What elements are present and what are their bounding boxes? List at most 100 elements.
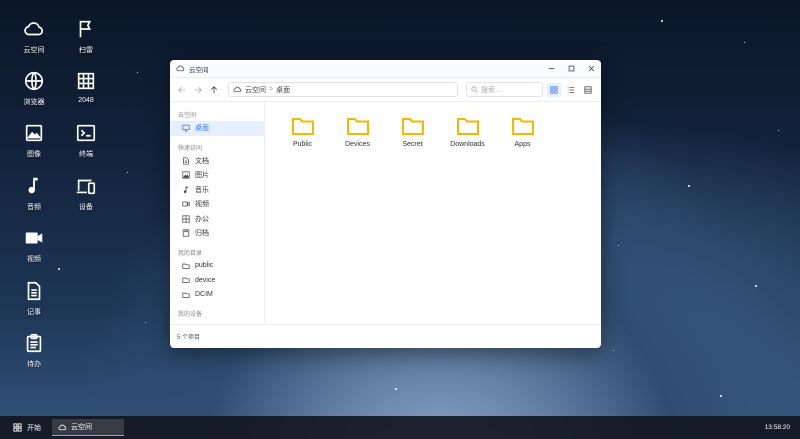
sidebar-item-device[interactable]: device: [170, 273, 264, 288]
sidebar-item-label: device: [195, 276, 216, 284]
video-camera-icon: [25, 232, 43, 244]
breadcrumb-current[interactable]: 桌面: [276, 85, 290, 95]
list-view-icon: [567, 86, 575, 93]
video-icon: [182, 201, 190, 207]
search-icon: [471, 86, 478, 93]
desktop-icon-audio[interactable]: 音频: [8, 175, 60, 212]
terminal-icon: [76, 124, 96, 142]
status-bar: 5 个项目: [170, 324, 601, 348]
taskbar-item-label: 云空间: [71, 424, 92, 431]
sidebar-group-root[interactable]: 云空间: [170, 107, 264, 121]
breadcrumb-root[interactable]: 云空间: [245, 85, 266, 95]
desktop-icon-label: 视频: [27, 256, 41, 263]
detail-view-button[interactable]: [581, 83, 595, 97]
sidebar-item-label: public: [195, 262, 214, 270]
sidebar-item-label: 桌面: [195, 125, 209, 133]
sidebar-item-archive[interactable]: 归档: [170, 226, 264, 241]
sidebar-item-music[interactable]: 音乐: [170, 183, 264, 198]
close-button[interactable]: [581, 60, 601, 77]
desktop-icon-label: 终端: [79, 151, 93, 158]
start-label: 开始: [27, 424, 41, 432]
desktop-icon-image[interactable]: 图像: [8, 122, 60, 159]
search-placeholder: 搜索...: [481, 86, 501, 94]
desktop-icon-minesweeper[interactable]: 扫雷: [60, 18, 112, 55]
sidebar-item-label: 办公: [195, 215, 209, 223]
sidebar: 云空间 桌面 快速访问 文档 图片 音乐 视频 办公 归档 我的目录 publi…: [170, 102, 265, 324]
window-titlebar[interactable]: 云空间: [170, 60, 601, 78]
cloud-icon: [24, 22, 44, 36]
folder-item[interactable]: Devices: [330, 116, 385, 148]
file-grid: Public Devices Secret Downloads Apps: [265, 102, 601, 324]
address-bar[interactable]: 云空间 > 桌面: [228, 82, 458, 97]
music-note-icon: [183, 186, 188, 193]
desktop-icon-browser[interactable]: 浏览器: [8, 70, 60, 107]
start-button[interactable]: 开始: [0, 423, 52, 433]
grid-icon: [77, 72, 95, 90]
globe-icon: [24, 71, 44, 91]
up-button[interactable]: [208, 84, 220, 96]
folder-name: Downloads: [450, 141, 485, 148]
cloud-icon: [233, 86, 242, 93]
search-input[interactable]: 搜索...: [466, 82, 543, 97]
desktop-icon-2048[interactable]: 2048: [60, 70, 112, 104]
sidebar-group-my-directories: 我的目录: [178, 250, 203, 257]
folder-name: Apps: [514, 141, 531, 148]
table-icon: [182, 215, 190, 223]
arrow-up-icon: [210, 85, 218, 93]
desktop-icon-terminal[interactable]: 终端: [60, 122, 112, 159]
folder-name: Secret: [402, 141, 423, 148]
item-count: 5 个项目: [177, 335, 201, 341]
grid-view-icon: [550, 85, 558, 94]
desktop-icon-label: 设备: [79, 204, 93, 211]
clipboard-icon: [26, 333, 42, 353]
desktop-icon-devices[interactable]: 设备: [60, 175, 112, 212]
detail-view-icon: [584, 85, 592, 94]
window-toolbar: 云空间 > 桌面 搜索...: [170, 78, 601, 102]
folder-item[interactable]: Downloads: [440, 116, 495, 148]
sidebar-item-dcim[interactable]: DCIM: [170, 288, 264, 303]
flag-icon: [79, 20, 92, 38]
desktop-icon-cloud[interactable]: 云空间: [8, 18, 60, 55]
sidebar-item-videos[interactable]: 视频: [170, 197, 264, 212]
folder-icon: [511, 118, 534, 135]
image-icon: [25, 124, 43, 142]
desktop-icon-label: 待办: [27, 361, 41, 368]
folder-item[interactable]: Apps: [495, 116, 550, 148]
folder-name: Public: [292, 141, 313, 148]
sidebar-item-desktop[interactable]: 桌面: [170, 121, 264, 136]
sidebar-item-documents[interactable]: 文档: [170, 154, 264, 169]
desktop-icon-label: 音频: [27, 204, 41, 211]
sidebar-item-office[interactable]: 办公: [170, 212, 264, 227]
sidebar-item-pictures[interactable]: 图片: [170, 168, 264, 183]
document-icon: [183, 157, 189, 165]
desktop-icon-todo[interactable]: 待办: [8, 332, 60, 369]
minimize-button[interactable]: [541, 60, 561, 77]
desktop-icon-label: 2048: [78, 97, 94, 104]
folder-item[interactable]: Public: [275, 116, 330, 148]
desktop-icon-video[interactable]: 视频: [8, 227, 60, 264]
close-icon: [588, 65, 594, 72]
desktop-icon-label: 图像: [27, 151, 41, 158]
archive-icon: [182, 229, 190, 237]
sidebar-item-label: 文档: [195, 157, 209, 165]
sidebar-group-my-devices[interactable]: 我的设备: [170, 306, 264, 320]
forward-button[interactable]: [192, 84, 204, 96]
folder-outline-icon: [182, 263, 190, 269]
desktop-icon-label: 云空间: [23, 47, 45, 54]
folder-outline-icon: [182, 292, 190, 298]
folder-outline-icon: [182, 277, 190, 284]
maximize-button[interactable]: [561, 60, 581, 77]
sidebar-item-public[interactable]: public: [170, 259, 264, 274]
desktop-icon-label: 记事: [27, 309, 41, 316]
desktop-icon-notes[interactable]: 记事: [8, 280, 60, 317]
folder-item[interactable]: Secret: [385, 116, 440, 148]
folder-icon: [456, 118, 479, 135]
desktop-icon-label: 扫雷: [79, 47, 93, 54]
folder-icon: [401, 118, 424, 135]
back-button[interactable]: [176, 84, 188, 96]
clock[interactable]: 13:58:20: [765, 424, 800, 431]
taskbar-item-cloud[interactable]: 云空间: [52, 419, 124, 436]
list-view-button[interactable]: [564, 83, 578, 97]
folder-icon: [291, 118, 314, 135]
grid-view-button[interactable]: [547, 82, 561, 97]
